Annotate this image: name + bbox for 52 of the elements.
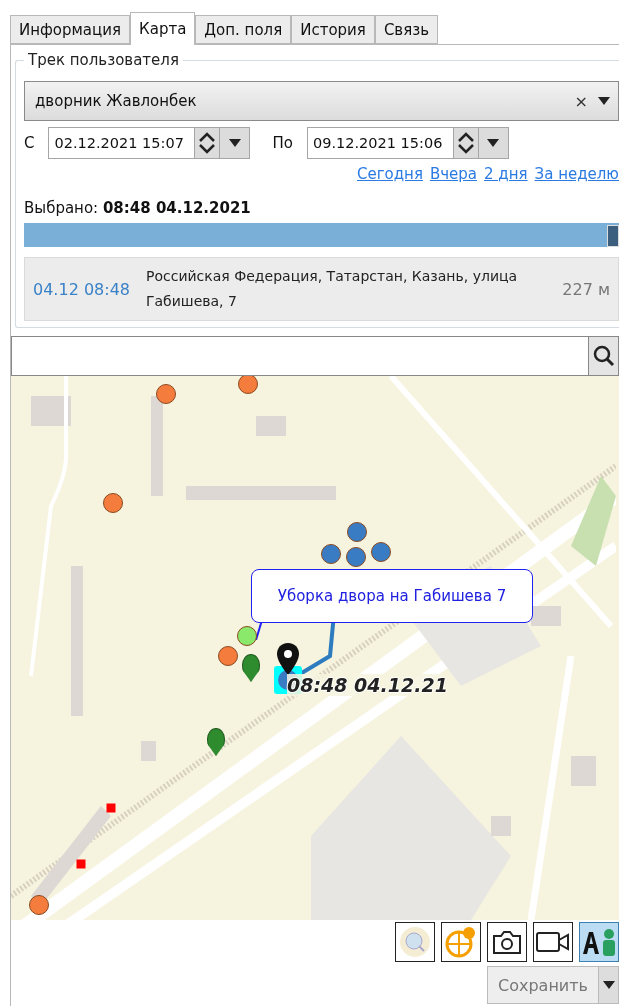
point-time: 04.12 08:48 — [33, 279, 130, 299]
time-label: 08:48 04.12.21 — [287, 674, 448, 696]
toolbar-button[interactable] — [533, 922, 573, 962]
spinner-icon[interactable] — [455, 131, 476, 155]
caret-icon — [229, 139, 241, 147]
location-pin-icon[interactable] — [276, 642, 300, 676]
group-title: Трек пользователя — [27, 51, 180, 69]
search-field[interactable] — [11, 336, 589, 376]
period-link[interactable]: Сегодня — [356, 165, 423, 183]
calendar-dropdown[interactable] — [220, 127, 251, 159]
leader-line — [255, 620, 263, 640]
tab[interactable]: Информация — [10, 15, 131, 44]
tab[interactable]: Карта — [130, 12, 196, 45]
slider-thumb[interactable] — [607, 225, 619, 247]
user-name: дворник Жавлонбек — [35, 92, 198, 110]
task-label: Уборка двора на Габишева 7 — [277, 587, 507, 605]
caret-icon — [602, 981, 615, 989]
save-menu-button[interactable] — [599, 966, 619, 1004]
point-card[interactable]: 04.12 08:48 Российская Федерация, Татарстан, Казань, улица Габишева, 7 227 м — [24, 257, 619, 321]
from-label: С — [24, 134, 35, 152]
tab[interactable]: Связь — [374, 15, 439, 44]
period-link[interactable]: 2 дня — [484, 165, 528, 183]
search-button[interactable] — [589, 336, 619, 376]
calendar-dropdown[interactable] — [478, 127, 509, 159]
globe-pin-icon — [444, 925, 478, 959]
toolbar-button[interactable] — [441, 922, 481, 962]
tab[interactable]: Доп. поля — [195, 15, 292, 44]
period-link[interactable]: Вчера — [429, 165, 478, 183]
spinner-icon[interactable] — [197, 131, 218, 155]
to-label: По — [272, 134, 293, 152]
caret-icon — [598, 97, 610, 105]
period-link[interactable]: За неделю — [534, 165, 619, 183]
toolbar-button[interactable] — [395, 922, 435, 962]
text-person-icon — [581, 926, 617, 958]
user-dropdown[interactable]: дворник Жавлонбек × — [24, 81, 619, 121]
point-distance: 227 м — [562, 279, 610, 299]
selected-time: Выбрано: 08:48 04.12.2021 — [24, 199, 252, 217]
video-camera-icon — [536, 930, 570, 954]
point-address: Российская Федерация, Татарстан, Казань, улица Габишева, 7 — [146, 267, 519, 311]
clear-icon[interactable]: × — [574, 91, 588, 111]
caret-icon — [487, 139, 500, 147]
tab[interactable]: История — [291, 15, 375, 44]
toolbar-button[interactable] — [579, 922, 619, 962]
save-button[interactable]: Сохранить — [487, 966, 599, 1004]
to-date-field[interactable]: 09.12.2021 15:06 — [306, 127, 453, 159]
time-slider[interactable] — [24, 223, 619, 247]
map[interactable]: Уборка двора на Габишева 7 08:48 04.12.21 — [11, 376, 619, 920]
camera-icon — [492, 929, 522, 955]
from-date-field[interactable]: 02.12.2021 15:07 — [48, 127, 195, 159]
search-icon — [593, 345, 615, 367]
toolbar-button[interactable] — [487, 922, 527, 962]
zoom-icon — [398, 925, 432, 959]
